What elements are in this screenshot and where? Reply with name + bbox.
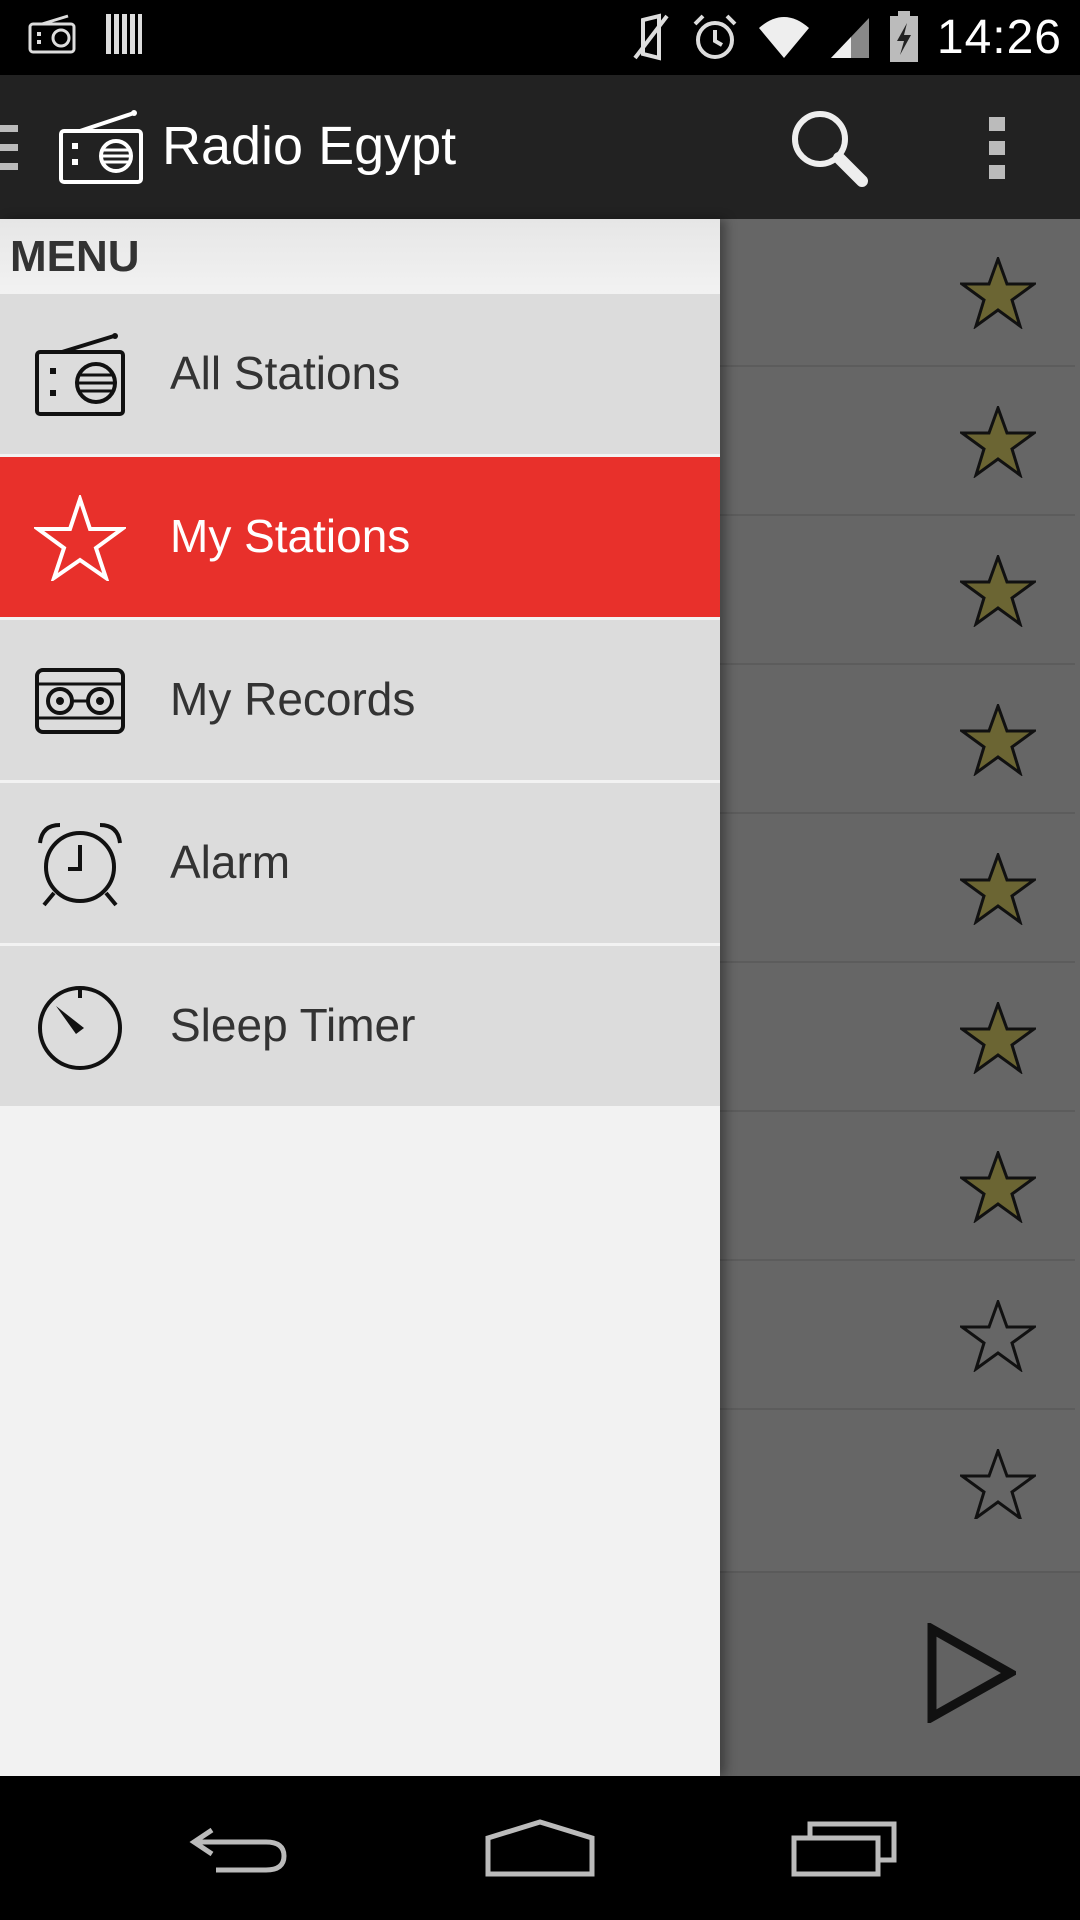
status-bar: 14:26: [0, 0, 1080, 75]
app-title: Radio Egypt: [162, 116, 457, 176]
alarm-status-icon: [693, 14, 737, 59]
barcode-notification-icon: [106, 14, 142, 54]
station-row: [720, 219, 1075, 367]
timer-icon: [38, 986, 122, 1070]
menu-item-label: Sleep Timer: [170, 999, 416, 1051]
battery-charging-icon: [889, 11, 918, 62]
home-icon[interactable]: [484, 1818, 596, 1878]
favorite-star-empty-icon[interactable]: [960, 1300, 1036, 1372]
app-bar: Radio Egypt: [0, 75, 1080, 219]
station-row: [720, 1113, 1075, 1261]
app-logo-radio-icon[interactable]: [58, 109, 144, 185]
back-icon[interactable]: [188, 1818, 290, 1878]
drawer-toggle-icon[interactable]: [0, 121, 18, 175]
favorite-star-empty-icon[interactable]: [960, 1449, 1036, 1519]
station-row: [720, 517, 1075, 665]
search-icon[interactable]: [786, 105, 870, 189]
signal-icon: [830, 18, 869, 58]
radio-icon: [35, 333, 125, 416]
mute-icon: [633, 13, 669, 61]
overflow-menu-icon[interactable]: [980, 115, 1014, 181]
station-row: [720, 815, 1075, 963]
station-row: [720, 666, 1075, 814]
cassette-icon: [35, 668, 125, 734]
menu-item-sleep-timer[interactable]: Sleep Timer: [0, 946, 720, 1109]
wifi-icon: [758, 17, 809, 58]
star-icon: [34, 495, 126, 581]
drawer-header: MENU: [0, 219, 720, 294]
menu-item-all-stations[interactable]: All Stations: [0, 294, 720, 457]
menu-item-my-records[interactable]: My Records: [0, 620, 720, 783]
menu-item-label: My Records: [170, 673, 416, 725]
station-row: [720, 1411, 1075, 1519]
alarm-clock-icon: [38, 823, 122, 907]
favorite-star-filled-icon[interactable]: [960, 406, 1036, 478]
menu-item-label: My Stations: [170, 510, 411, 562]
favorite-column: [720, 219, 1075, 1519]
radio-notification-icon: [28, 14, 76, 54]
system-nav-bar: [0, 1776, 1080, 1920]
menu-item-label: Alarm: [170, 836, 291, 888]
recent-apps-icon[interactable]: [790, 1818, 898, 1878]
station-row: [720, 368, 1075, 516]
favorite-star-filled-icon[interactable]: [960, 257, 1036, 329]
station-row: [720, 964, 1075, 1112]
play-icon[interactable]: [926, 1623, 1016, 1723]
player-bar: [720, 1571, 1080, 1776]
favorite-star-filled-icon[interactable]: [960, 853, 1036, 925]
status-time: 14:26: [936, 10, 1062, 64]
favorite-star-filled-icon[interactable]: [960, 1002, 1036, 1074]
favorite-star-filled-icon[interactable]: [960, 1151, 1036, 1223]
navigation-drawer: MENU All Stations My Stations My Records…: [0, 219, 720, 1776]
favorite-star-filled-icon[interactable]: [960, 555, 1036, 627]
menu-item-alarm[interactable]: Alarm: [0, 783, 720, 946]
menu-item-my-stations[interactable]: My Stations: [0, 457, 720, 620]
favorite-star-filled-icon[interactable]: [960, 704, 1036, 776]
menu-item-label: All Stations: [170, 347, 401, 399]
station-row: [720, 1262, 1075, 1410]
